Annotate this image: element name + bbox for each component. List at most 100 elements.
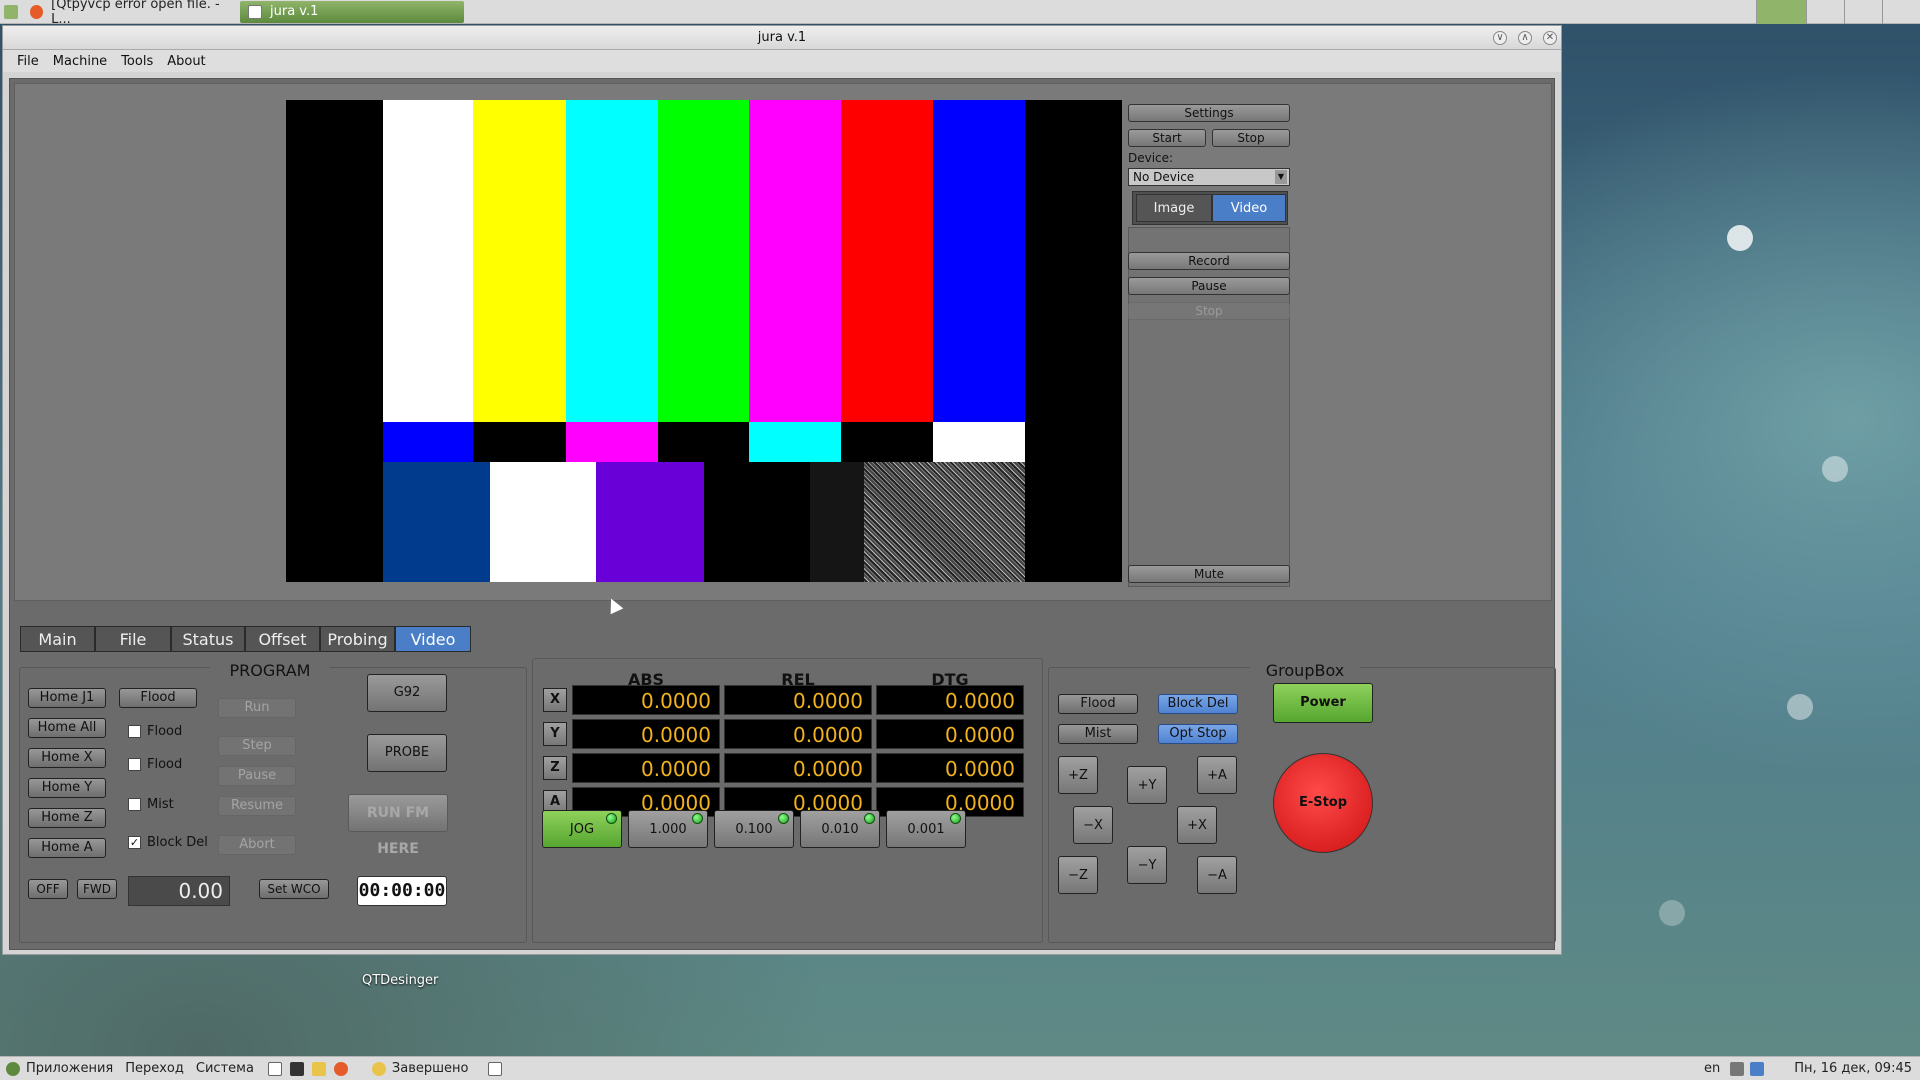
- clock[interactable]: Пн, 16 дек, 09:45: [1794, 1061, 1912, 1076]
- terminal-icon[interactable]: [289, 1061, 304, 1076]
- jog-plus-z-button[interactable]: +Z: [1058, 756, 1098, 794]
- tab-status[interactable]: Status: [171, 626, 245, 652]
- mute-button[interactable]: Mute: [1128, 565, 1290, 583]
- jog-mode-button[interactable]: JOG: [542, 810, 622, 848]
- checkbox[interactable]: [128, 798, 141, 811]
- step-button[interactable]: Step: [218, 736, 296, 756]
- increment-0100-button[interactable]: 0.100: [714, 810, 794, 848]
- settings-button[interactable]: Settings: [1128, 104, 1290, 122]
- block-del-checkbox-row[interactable]: ✓ Block Del: [128, 835, 208, 850]
- jog-minus-x-button[interactable]: −X: [1073, 806, 1113, 844]
- menu-tools[interactable]: Tools: [121, 54, 153, 69]
- keyboard-layout[interactable]: en: [1704, 1061, 1720, 1076]
- g92-button[interactable]: G92: [367, 674, 447, 712]
- tab-file[interactable]: File: [95, 626, 171, 652]
- checkbox[interactable]: [128, 758, 141, 771]
- device-select[interactable]: No Device ▼: [1128, 168, 1290, 186]
- coolant-mist-button[interactable]: Mist: [1058, 724, 1138, 744]
- taskbar-task-browser[interactable]: [Qtpyvcp error open file. - L...: [22, 0, 240, 27]
- flood-checkbox-row[interactable]: Flood: [128, 724, 182, 739]
- menu-machine[interactable]: Machine: [53, 54, 107, 69]
- home-y-button[interactable]: Home Y: [28, 778, 106, 798]
- places-menu[interactable]: Переход: [125, 1061, 184, 1076]
- jog-minus-y-button[interactable]: −Y: [1127, 846, 1167, 884]
- program-pause-button[interactable]: Pause: [218, 766, 296, 786]
- axis-x-button[interactable]: X: [543, 688, 567, 712]
- axis-y-button[interactable]: Y: [543, 722, 567, 746]
- spindle-off-button[interactable]: OFF: [28, 879, 68, 899]
- window-titlebar[interactable]: jura v.1: [3, 26, 1561, 50]
- abort-button[interactable]: Abort: [218, 835, 296, 855]
- power-button[interactable]: Power: [1273, 683, 1373, 723]
- stop-button[interactable]: Stop: [1212, 129, 1290, 147]
- tab-probing[interactable]: Probing: [320, 626, 395, 652]
- start-button[interactable]: Start: [1128, 129, 1206, 147]
- menu-about[interactable]: About: [167, 54, 205, 69]
- volume-icon[interactable]: [1730, 1061, 1745, 1076]
- desktop-icon-label[interactable]: QTDesinger: [362, 973, 438, 988]
- pause-button[interactable]: Pause: [1128, 277, 1290, 295]
- home-all-button[interactable]: Home All: [28, 718, 106, 738]
- trash-icon[interactable]: [488, 1061, 503, 1076]
- jog-plus-y-button[interactable]: +Y: [1127, 766, 1167, 804]
- spindle-fwd-button[interactable]: FWD: [77, 879, 117, 899]
- app-menu-icon[interactable]: [4, 4, 18, 19]
- run-button[interactable]: Run: [218, 698, 296, 718]
- increment-1000-button[interactable]: 1.000: [628, 810, 708, 848]
- system-menu[interactable]: Система: [196, 1061, 254, 1076]
- y-abs-value: 0.0000: [572, 719, 720, 749]
- set-wco-button[interactable]: Set WCO: [259, 879, 329, 899]
- mist-checkbox-row[interactable]: Mist: [128, 797, 174, 812]
- firefox-launcher-icon[interactable]: [333, 1061, 348, 1076]
- menu-file[interactable]: File: [17, 54, 39, 69]
- maximize-button[interactable]: ∧: [1518, 31, 1532, 45]
- x-dtg-value: 0.0000: [876, 685, 1024, 715]
- flood-button[interactable]: Flood: [119, 688, 197, 708]
- record-button[interactable]: Record: [1128, 252, 1290, 270]
- close-button[interactable]: ✕: [1543, 31, 1557, 45]
- workspace-switcher[interactable]: [1756, 0, 1920, 24]
- opt-stop-button[interactable]: Opt Stop: [1158, 724, 1238, 744]
- top-taskbar: [Qtpyvcp error open file. - L... jura v.…: [0, 0, 1920, 27]
- tab-video[interactable]: Video: [395, 626, 471, 652]
- workspace-2[interactable]: [1806, 0, 1844, 24]
- led-icon: [950, 813, 961, 824]
- flood-checkbox-row-2[interactable]: Flood: [128, 757, 182, 772]
- resume-button[interactable]: Resume: [218, 796, 296, 816]
- task-status[interactable]: Завершено: [392, 1061, 469, 1076]
- jog-plus-x-button[interactable]: +X: [1177, 806, 1217, 844]
- linux-icon[interactable]: [311, 1061, 326, 1076]
- probe-button[interactable]: PROBE: [367, 734, 447, 772]
- increment-0001-button[interactable]: 0.001: [886, 810, 966, 848]
- z-rel-value: 0.0000: [724, 753, 872, 783]
- workspace-1[interactable]: [1756, 0, 1806, 24]
- block-del-button[interactable]: Block Del: [1158, 694, 1238, 714]
- estop-button[interactable]: E-Stop: [1273, 753, 1373, 853]
- jog-plus-a-button[interactable]: +A: [1197, 756, 1237, 794]
- applications-menu[interactable]: Приложения: [26, 1061, 113, 1076]
- image-mode-button[interactable]: Image: [1136, 194, 1212, 222]
- home-j1-button[interactable]: Home J1: [28, 688, 106, 708]
- coolant-flood-button[interactable]: Flood: [1058, 694, 1138, 714]
- increment-0010-button[interactable]: 0.010: [800, 810, 880, 848]
- workspace-4[interactable]: [1882, 0, 1920, 24]
- system-menu-icon[interactable]: [6, 1061, 20, 1076]
- text-editor-icon[interactable]: [267, 1061, 282, 1076]
- home-a-button[interactable]: Home A: [28, 838, 106, 858]
- run-from-here-button[interactable]: RUN FM HERE: [348, 794, 448, 857]
- minimize-button[interactable]: ∨: [1493, 31, 1507, 45]
- video-mode-button[interactable]: Video: [1212, 194, 1286, 222]
- jog-minus-a-button[interactable]: −A: [1197, 856, 1237, 894]
- tab-main[interactable]: Main: [20, 626, 95, 652]
- checkbox[interactable]: [128, 725, 141, 738]
- home-x-button[interactable]: Home X: [28, 748, 106, 768]
- taskbar-task-jura[interactable]: jura v.1: [240, 0, 464, 23]
- home-z-button[interactable]: Home Z: [28, 808, 106, 828]
- jog-minus-z-button[interactable]: −Z: [1058, 856, 1098, 894]
- workspace-3[interactable]: [1844, 0, 1882, 24]
- record-stop-button[interactable]: Stop: [1128, 302, 1290, 320]
- network-icon[interactable]: [1750, 1061, 1765, 1076]
- tab-offset[interactable]: Offset: [245, 626, 320, 652]
- checkbox-checked[interactable]: ✓: [128, 836, 141, 849]
- axis-z-button[interactable]: Z: [543, 756, 567, 780]
